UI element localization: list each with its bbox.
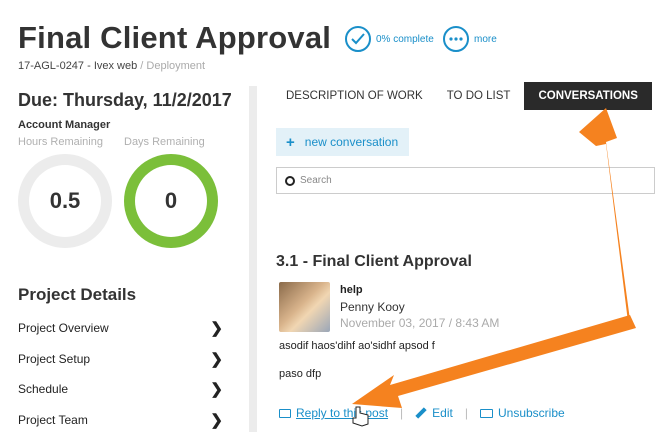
hours-remaining-value: 0.5 [49, 188, 81, 213]
new-conversation-label: new conversation [304, 135, 399, 149]
checkmark-icon [345, 26, 371, 52]
new-conversation-button[interactable]: + new conversation [276, 128, 409, 156]
search-icon [285, 175, 295, 186]
reply-button[interactable]: Reply to this post [279, 406, 388, 420]
hours-remaining-label: Hours Remaining [18, 136, 103, 148]
sidebar-item-schedule[interactable]: Schedule ❯ [18, 380, 223, 398]
tab-bar: DESCRIPTION OF WORK TO DO LIST CONVERSAT… [276, 82, 652, 110]
more-button[interactable]: more [443, 26, 497, 52]
post-body-line: paso dfp [279, 368, 322, 380]
sidebar-item-label: Project Setup [18, 352, 91, 366]
more-label: more [474, 33, 497, 45]
chevron-right-icon: ❯ [210, 320, 223, 337]
edit-label: Edit [432, 406, 453, 420]
sidebar-item-project-overview[interactable]: Project Overview ❯ [18, 319, 223, 337]
search-input[interactable]: Search [276, 167, 655, 194]
post-subject: help [340, 284, 363, 296]
page-title: Final Client Approval [18, 20, 332, 55]
unsubscribe-label: Unsubscribe [497, 406, 565, 420]
progress-label: 0% complete [376, 33, 434, 45]
chevron-right-icon: ❯ [210, 412, 223, 429]
panel-divider-scrollbar[interactable] [249, 86, 257, 432]
unsubscribe-button[interactable]: Unsubscribe [479, 406, 565, 420]
phase-label: Deployment [146, 60, 206, 72]
days-remaining-label: Days Remaining [124, 136, 205, 148]
days-remaining-gauge: 0 [124, 154, 218, 248]
mail-icon [479, 408, 493, 418]
hours-remaining-gauge: 0.5 [18, 154, 112, 248]
progress-status-button[interactable]: 0% complete [345, 26, 434, 52]
post-author: Penny Kooy [340, 300, 405, 314]
sidebar-item-project-team[interactable]: Project Team ❯ [18, 411, 223, 429]
account-manager-label: Account Manager [18, 119, 111, 131]
sidebar-item-project-setup[interactable]: Project Setup ❯ [18, 350, 223, 368]
sidebar-item-label: Schedule [18, 382, 69, 396]
action-separator: | [400, 406, 404, 420]
sidebar-item-label: Project Team [18, 413, 88, 427]
tab-conversations[interactable]: CONVERSATIONS [524, 82, 652, 110]
more-dots-icon [443, 26, 469, 52]
breadcrumb: 17-AGL-0247 - Ivex web / Deployment [18, 60, 205, 72]
pencil-icon [415, 407, 427, 419]
sidebar: Due: Thursday, 11/2/2017 Account Manager… [0, 80, 248, 432]
comment-icon [279, 408, 291, 418]
days-remaining-value: 0 [164, 188, 178, 213]
conversation-title: 3.1 - Final Client Approval [276, 253, 472, 270]
due-date: Due: Thursday, 11/2/2017 [18, 90, 232, 110]
chevron-right-icon: ❯ [210, 381, 223, 398]
search-placeholder: Search [300, 175, 332, 186]
project-details-title: Project Details [18, 285, 137, 304]
post-actions: Reply to this post | Edit | Unsubscribe [279, 406, 565, 420]
edit-button[interactable]: Edit [415, 406, 453, 420]
sidebar-item-label: Project Overview [18, 321, 109, 335]
post-date: November 03, 2017 / 8:43 AM [340, 316, 500, 330]
reply-label: Reply to this post [296, 406, 389, 420]
tab-to-do-list[interactable]: TO DO LIST [437, 82, 525, 110]
project-code[interactable]: 17-AGL-0247 - Ivex web [18, 60, 137, 72]
post-body-line: asodif haos'dihf ao'sidhf apsod f [279, 340, 435, 352]
action-separator: | [464, 406, 468, 420]
tab-description-of-work[interactable]: DESCRIPTION OF WORK [276, 82, 437, 110]
avatar [279, 282, 330, 332]
plus-icon: + [286, 133, 295, 151]
arrow-to-conversations-tab [579, 108, 630, 322]
chevron-right-icon: ❯ [210, 351, 223, 368]
